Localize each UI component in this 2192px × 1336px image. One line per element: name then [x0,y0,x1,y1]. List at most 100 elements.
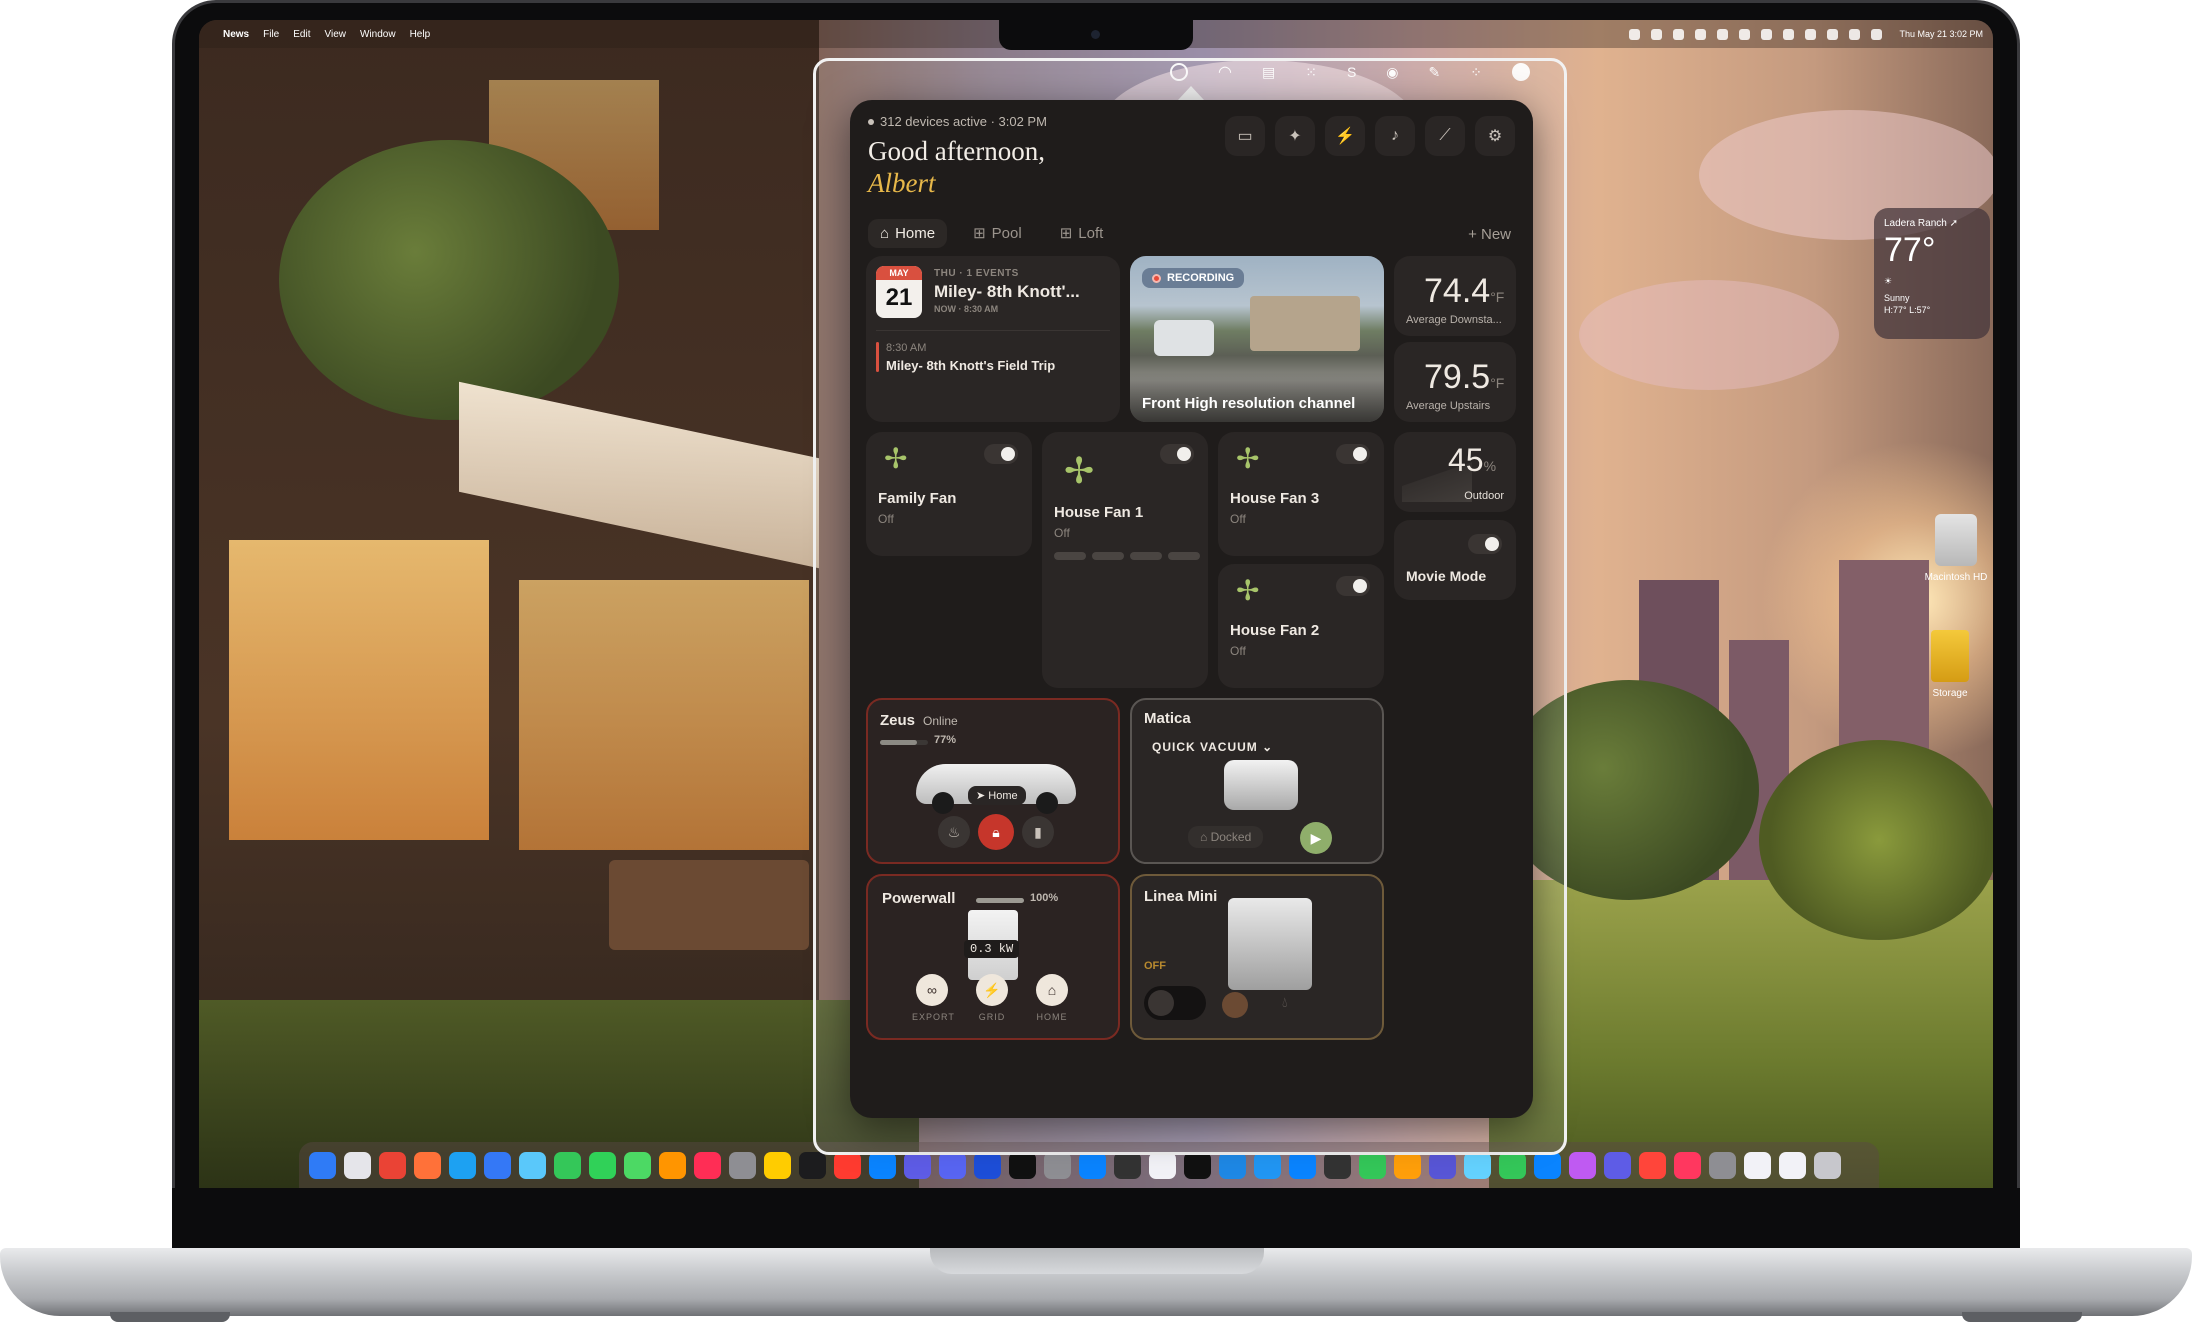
status-icon[interactable] [1761,28,1773,40]
fan-card-house-2[interactable]: ✢ House Fan 2 Off [1218,564,1384,688]
dock-app-icon[interactable] [589,1151,616,1179]
status-icon[interactable] [1695,28,1707,40]
dock-app-icon[interactable] [1604,1151,1631,1179]
dock-app-icon[interactable] [1499,1151,1526,1179]
sparkle-icon[interactable]: ✦ [1275,116,1315,156]
display-icon[interactable]: ▤ [1262,64,1275,81]
dock-app-icon[interactable] [1289,1151,1316,1179]
apps-grid-icon[interactable]: ⁘ [1470,64,1482,81]
dock-app-icon[interactable] [904,1151,931,1179]
dock-app-icon[interactable] [1079,1151,1106,1179]
fan-toggle[interactable] [1160,444,1194,464]
status-icon[interactable] [1717,28,1729,40]
fan-card-house-3[interactable]: ✢ House Fan 3 Off [1218,432,1384,556]
dock-app-icon[interactable] [1779,1151,1806,1179]
new-button[interactable]: + New [1468,226,1511,243]
music-note-icon[interactable]: ♪ [1375,116,1415,156]
dock-app-icon[interactable] [1009,1151,1036,1179]
dock-app-icon[interactable] [1674,1151,1701,1179]
tab-pool[interactable]: ⊞ Pool [961,218,1034,248]
status-icon[interactable] [1739,28,1751,40]
dock-app-icon[interactable] [1324,1151,1351,1179]
menu-file[interactable]: File [263,29,279,40]
vpn-icon[interactable]: ◉ [1386,64,1398,81]
status-icon[interactable] [1673,28,1685,40]
dock-app-icon[interactable] [1464,1151,1491,1179]
dock-app-icon[interactable] [1709,1151,1736,1179]
dock-app-icon[interactable] [659,1151,686,1179]
desktop-item-storage[interactable]: Storage [1931,630,1969,699]
dock-app-icon[interactable] [834,1151,861,1179]
movie-mode-card[interactable]: Movie Mode [1394,520,1516,600]
menu-window[interactable]: Window [360,29,396,40]
dock-app-icon[interactable] [449,1151,476,1179]
house-icon[interactable]: ⌂ [1036,974,1068,1006]
vacuum-card[interactable]: Matica QUICK VACUUM ⌄ ⌂ Docked ▶ [1130,698,1384,864]
dock-app-icon[interactable] [554,1151,581,1179]
stat-card-upstairs[interactable]: 79.5°F Average Upstairs [1394,342,1516,422]
status-icon[interactable] [1783,28,1795,40]
display-icon[interactable]: ▭ [1225,116,1265,156]
fan-speed-bar[interactable] [1054,552,1200,560]
dock-app-icon[interactable] [1044,1151,1071,1179]
dock-app-icon[interactable] [1254,1151,1281,1179]
dock-app-icon[interactable] [1814,1151,1841,1179]
dock-app-icon[interactable] [414,1151,441,1179]
wifi-icon[interactable]: ◠ [1218,62,1232,82]
bolt-icon[interactable]: ⚡ [1325,116,1365,156]
status-icon[interactable] [1629,28,1641,40]
fan-toggle[interactable] [984,444,1018,464]
grid-icon[interactable]: ⁙ [1305,64,1317,81]
espresso-power-toggle[interactable] [1144,986,1206,1020]
fan-card-family[interactable]: ✢ Family Fan Off [866,432,1032,556]
fan-toggle[interactable] [1336,444,1370,464]
dock-app-icon[interactable] [519,1151,546,1179]
wand-icon[interactable]: ⟋ [1425,116,1465,156]
menu-help[interactable]: Help [410,29,431,40]
dock-app-icon[interactable] [1744,1151,1771,1179]
control-center-icon[interactable] [1871,28,1883,40]
dock-app-icon[interactable] [624,1151,651,1179]
play-icon[interactable]: ▶ [1300,822,1332,854]
lock-icon[interactable]: 🔒︎ [978,814,1014,850]
dock-app-icon[interactable] [1639,1151,1666,1179]
climate-icon[interactable]: ♨ [938,816,970,848]
movie-mode-toggle[interactable] [1468,534,1502,554]
tab-loft[interactable]: ⊞ Loft [1048,218,1116,248]
car-card[interactable]: Zeus Online 77% ➤ Home ♨ 🔒︎ ▮ [866,698,1120,864]
dock-app-icon[interactable] [729,1151,756,1179]
menu-view[interactable]: View [324,29,346,40]
dock-app-icon[interactable] [1219,1151,1246,1179]
dock-app-icon[interactable] [1534,1151,1561,1179]
stat-card-outdoor[interactable]: 45% Outdoor [1394,432,1516,512]
weather-widget[interactable]: Ladera Ranch ➚ 77° ☀ Sunny H:77° L:57° [1874,208,1990,339]
fan-toggle[interactable] [1336,576,1370,596]
dock-app-icon[interactable] [309,1151,336,1179]
dock-app-icon[interactable] [1184,1151,1211,1179]
dock-app-icon[interactable] [379,1151,406,1179]
dock-app-icon[interactable] [344,1151,371,1179]
camera-card[interactable]: RECORDING Front High resolution channel [1130,256,1384,422]
search-icon[interactable] [1849,28,1861,40]
desktop-item-macintosh-hd[interactable]: Macintosh HD [1925,514,1993,583]
espresso-card[interactable]: Linea Mini OFF 💧︎ [1130,874,1384,1040]
wifi-icon[interactable] [1651,28,1663,40]
dock-app-icon[interactable] [1114,1151,1141,1179]
dock-app-icon[interactable] [1394,1151,1421,1179]
water-drop-icon[interactable]: 💧︎ [1282,994,1288,1011]
dock-app-icon[interactable] [1149,1151,1176,1179]
calendar-card[interactable]: MAY 21 THU · 1 EVENTS Miley- 8th Knott'.… [866,256,1120,422]
menu-edit[interactable]: Edit [293,29,310,40]
dock-app-icon[interactable] [1429,1151,1456,1179]
dock-app-icon[interactable] [1569,1151,1596,1179]
vacuum-mode-select[interactable]: QUICK VACUUM ⌄ [1152,740,1273,754]
dock-app-icon[interactable] [1359,1151,1386,1179]
powerwall-card[interactable]: Powerwall 100% 0.3 kW ∞ ⚡ ⌂ EXPORT GRID … [866,874,1120,1040]
dock-app-icon[interactable] [974,1151,1001,1179]
menu-app-name[interactable]: News [223,29,249,40]
eye-icon[interactable] [1511,63,1530,81]
dock-app-icon[interactable] [764,1151,791,1179]
dock-app-icon[interactable] [694,1151,721,1179]
stat-card-downstairs[interactable]: 74.4°F Average Downsta... [1394,256,1516,336]
dock-app-icon[interactable] [869,1151,896,1179]
